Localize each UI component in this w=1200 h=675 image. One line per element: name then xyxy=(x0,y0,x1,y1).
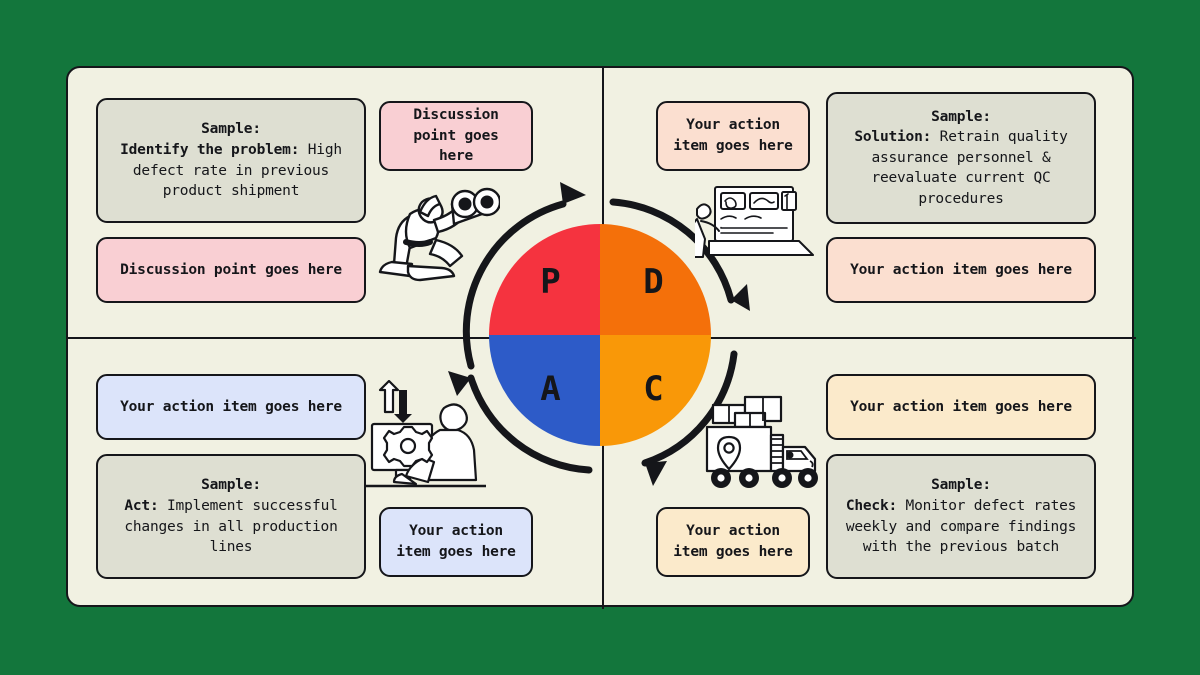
do-action-small-label: Your action item goes here xyxy=(673,117,793,154)
check-sample-card: Sample: Check: Monitor defect rates week… xyxy=(826,454,1096,579)
delivery-truck-illustration xyxy=(705,395,818,488)
do-action-wide-card[interactable]: Your action item goes here xyxy=(826,237,1096,303)
check-action-wide-card[interactable]: Your action item goes here xyxy=(826,374,1096,440)
check-action-wide-label: Your action item goes here xyxy=(850,398,1072,415)
do-sample-card: Sample: Solution: Retrain quality assura… xyxy=(826,92,1096,224)
act-action-wide-label: Your action item goes here xyxy=(120,398,342,415)
arrowhead-to-check xyxy=(645,461,667,486)
person-with-binoculars-illustration xyxy=(378,187,500,282)
cycle-quadrant-act[interactable]: A xyxy=(489,335,600,446)
plan-sample-term: Identify the problem: xyxy=(120,141,300,158)
pdca-cycle-slide: Sample: Identify the problem: High defec… xyxy=(0,0,1200,675)
cycle-quadrant-plan[interactable]: P xyxy=(489,224,600,335)
person-at-monitor-gear-illustration xyxy=(366,380,486,488)
act-action-wide-card[interactable]: Your action item goes here xyxy=(96,374,366,440)
arrowhead-to-plan xyxy=(560,182,586,204)
cycle-quadrant-check[interactable]: C xyxy=(600,335,711,446)
plan-sample-card: Sample: Identify the problem: High defec… xyxy=(96,98,366,223)
act-sample-heading: Sample: xyxy=(201,477,261,494)
check-sample-term: Check: xyxy=(845,497,898,514)
cycle-letter-do: D xyxy=(643,261,664,302)
act-action-small-card[interactable]: Your action item goes here xyxy=(379,507,533,577)
pdca-circle: P D A C xyxy=(489,224,711,446)
do-sample-term: Solution: xyxy=(854,129,932,146)
act-sample-term: Act: xyxy=(124,497,159,514)
plan-sample-heading: Sample: xyxy=(201,121,261,138)
arrowhead-to-do xyxy=(731,284,750,311)
plan-action-wide-label: Discussion point goes here xyxy=(120,261,342,278)
do-action-wide-label: Your action item goes here xyxy=(850,261,1072,278)
plan-action-wide-card[interactable]: Discussion point goes here xyxy=(96,237,366,303)
person-presenting-laptop-illustration xyxy=(695,186,814,258)
cycle-letter-act: A xyxy=(540,368,561,409)
act-sample-card: Sample: Act: Implement successful change… xyxy=(96,454,366,579)
check-sample-heading: Sample: xyxy=(931,477,991,494)
do-sample-heading: Sample: xyxy=(931,108,991,125)
check-action-small-label: Your action item goes here xyxy=(673,523,793,560)
check-action-small-card[interactable]: Your action item goes here xyxy=(656,507,810,577)
cycle-letter-plan: P xyxy=(540,261,561,302)
act-action-small-label: Your action item goes here xyxy=(396,523,516,560)
cycle-letter-check: C xyxy=(643,368,664,409)
